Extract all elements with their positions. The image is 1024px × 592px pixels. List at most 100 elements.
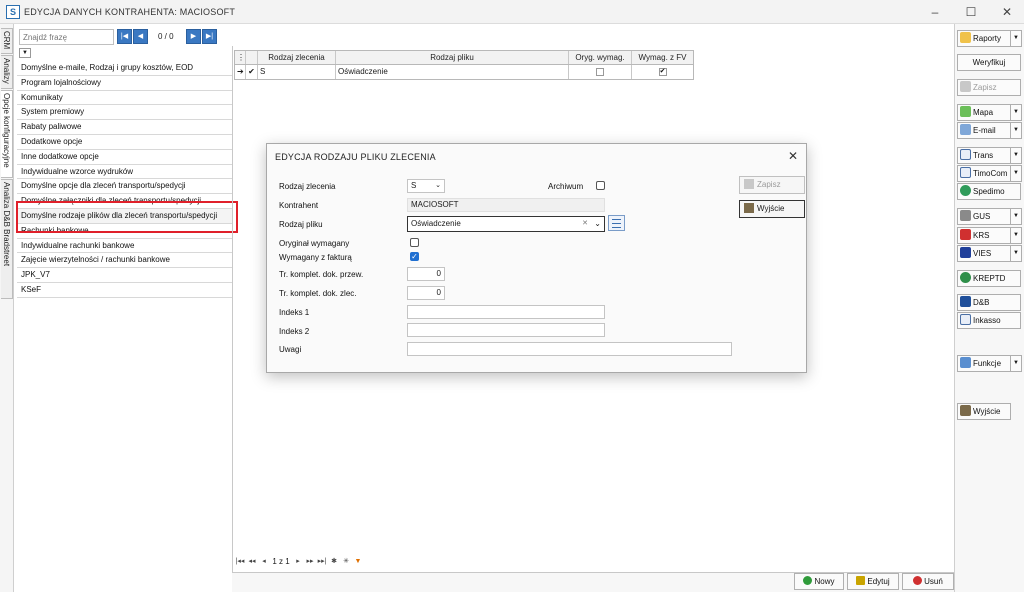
- prev-record-icon[interactable]: ◂: [258, 555, 270, 569]
- grid-cell[interactable]: ✔: [632, 65, 693, 79]
- list-item[interactable]: Rabaty paliwowe: [17, 120, 232, 135]
- first-result-icon[interactable]: |◀: [117, 29, 132, 44]
- grid-header-cell[interactable]: Oryg. wymag.: [569, 51, 632, 64]
- list-item[interactable]: Inne dodatkowe opcje: [17, 149, 232, 165]
- asterisk-icon[interactable]: ✳: [340, 555, 352, 569]
- grid-header-cell[interactable]: Wymag. z FV: [632, 51, 693, 64]
- list-item[interactable]: Dodatkowe opcje: [17, 134, 232, 150]
- close-icon[interactable]: ✕: [999, 4, 1015, 20]
- list-item[interactable]: Komunikaty: [17, 90, 232, 106]
- raporty-button[interactable]: Raporty: [957, 30, 1011, 47]
- chevron-down-icon[interactable]: ⌄: [435, 180, 441, 192]
- edit-icon: [856, 576, 866, 585]
- rodzaj-zlecenia-select[interactable]: S ⌄: [407, 179, 445, 193]
- tr-zlec-field[interactable]: 0: [407, 286, 445, 300]
- panel-divider: [232, 46, 233, 592]
- inkasso-button[interactable]: Inkasso: [957, 312, 1021, 329]
- list-item[interactable]: Indywidualne rachunki bankowe: [17, 238, 232, 254]
- spedimo-icon: [960, 185, 971, 196]
- next-page-icon[interactable]: ▸▸: [304, 555, 316, 569]
- timocom-button[interactable]: TimoCom: [957, 165, 1011, 182]
- list-item[interactable]: Domyślne opcje dla zleceń transportu/spe…: [17, 179, 232, 195]
- email-button[interactable]: E-mail: [957, 122, 1011, 139]
- list-item[interactable]: Indywidualne wzorce wydruków: [17, 164, 232, 180]
- dialog-save-button[interactable]: Zapisz: [739, 176, 805, 194]
- minimize-icon[interactable]: –: [927, 4, 943, 20]
- search-input[interactable]: [19, 29, 114, 45]
- trans-button[interactable]: Trans: [957, 147, 1011, 164]
- list-item[interactable]: KSeF: [17, 282, 232, 298]
- mapa-button[interactable]: Mapa: [957, 104, 1011, 121]
- fv-checkbox[interactable]: ✔: [658, 67, 667, 76]
- zapisz-button[interactable]: Zapisz: [957, 79, 1021, 96]
- kreptd-button[interactable]: KREPTD: [957, 270, 1021, 287]
- browse-list-icon[interactable]: [608, 215, 625, 231]
- chevron-down-icon[interactable]: ▼: [1011, 245, 1022, 262]
- list-item[interactable]: System premiowy: [17, 105, 232, 121]
- db-button[interactable]: D&B: [957, 294, 1021, 311]
- tab-opcje-konfiguracyjne[interactable]: Opcje konfiguracyjne: [1, 90, 13, 178]
- prev-page-icon[interactable]: ◂◂: [246, 555, 258, 569]
- list-item[interactable]: Domyślne załączniki dla zleceń transport…: [17, 194, 232, 209]
- last-result-icon[interactable]: ▶|: [202, 29, 217, 44]
- last-record-icon[interactable]: ▸▸|: [316, 555, 328, 569]
- oryginal-checkbox[interactable]: [410, 238, 419, 247]
- next-result-icon[interactable]: ▶: [186, 29, 201, 44]
- grid-cell[interactable]: [569, 65, 632, 79]
- tr-zlec-label: Tr. komplet. dok. zlec.: [279, 289, 357, 298]
- tab-crm[interactable]: CRM: [1, 28, 13, 54]
- chevron-down-icon[interactable]: ▼: [1011, 147, 1022, 164]
- chevron-down-icon[interactable]: ▼: [1011, 104, 1022, 121]
- table-row[interactable]: ➔ ✔ S Oświadczenie ✔: [235, 65, 693, 79]
- tab-analiza-db[interactable]: Analiza D&B Bradstreet: [1, 179, 13, 299]
- timocom-icon: [960, 167, 971, 178]
- chevron-down-icon[interactable]: ▼: [1011, 227, 1022, 244]
- list-item[interactable]: Program lojalnościowy: [17, 75, 232, 91]
- chevron-down-icon[interactable]: ▼: [1011, 122, 1022, 139]
- rodzaj-pliku-select[interactable]: Oświadczenie ✕ ⌄: [407, 216, 605, 232]
- grid-header-cell[interactable]: Rodzaj zlecenia: [258, 51, 336, 64]
- chevron-down-icon[interactable]: ▼: [1011, 30, 1022, 47]
- tab-analizy[interactable]: Analizy: [1, 55, 13, 89]
- indeks2-field[interactable]: [407, 323, 605, 337]
- oryg-checkbox[interactable]: [596, 67, 604, 76]
- column-menu-icon[interactable]: ⋮: [235, 51, 246, 64]
- list-item[interactable]: Zajęcie wierzytelności / rachunki bankow…: [17, 253, 232, 269]
- funkcje-button[interactable]: Funkcje: [957, 355, 1011, 372]
- chevron-down-icon[interactable]: ▼: [1011, 355, 1022, 372]
- spedimo-button[interactable]: Spedimo: [957, 183, 1021, 200]
- grid-header-cell[interactable]: Rodzaj pliku: [336, 51, 569, 64]
- uwagi-field[interactable]: [407, 342, 732, 356]
- chevron-down-icon[interactable]: ▼: [1011, 165, 1022, 182]
- gus-button[interactable]: GUS: [957, 208, 1011, 225]
- star-icon[interactable]: ✱: [328, 555, 340, 569]
- faktura-checkbox[interactable]: ✓: [410, 252, 419, 261]
- vies-button[interactable]: VIES: [957, 245, 1011, 262]
- chevron-down-icon[interactable]: ▼: [19, 48, 31, 58]
- clear-icon[interactable]: ✕: [582, 217, 588, 231]
- list-item-selected[interactable]: Domyślne rodzaje plików dla zleceń trans…: [17, 208, 232, 224]
- new-button[interactable]: Nowy: [794, 573, 844, 590]
- archiwum-checkbox[interactable]: [596, 181, 605, 190]
- list-item[interactable]: Domyślne e-maile, Rodzaj i grupy kosztów…: [17, 61, 232, 76]
- prev-result-icon[interactable]: ◀: [133, 29, 148, 44]
- delete-button[interactable]: Usuń: [902, 573, 954, 590]
- chevron-down-icon[interactable]: ▼: [1011, 208, 1022, 225]
- grid-cell[interactable]: Oświadczenie: [336, 65, 569, 79]
- first-record-icon[interactable]: |◂◂: [234, 555, 246, 569]
- dialog-exit-button[interactable]: Wyjście: [739, 200, 805, 218]
- grid-cell[interactable]: S: [258, 65, 336, 79]
- maximize-icon[interactable]: ☐: [963, 4, 979, 20]
- edit-button[interactable]: Edytuj: [847, 573, 899, 590]
- close-icon[interactable]: ✕: [786, 149, 800, 163]
- list-item[interactable]: JPK_V7: [17, 268, 232, 283]
- list-item[interactable]: Rachunki bankowe: [17, 223, 232, 239]
- next-record-icon[interactable]: ▸: [292, 555, 304, 569]
- weryfikuj-button[interactable]: Weryfikuj: [957, 54, 1021, 71]
- tr-przew-field[interactable]: 0: [407, 267, 445, 281]
- wyjscie-button[interactable]: Wyjście: [957, 403, 1011, 420]
- indeks1-field[interactable]: [407, 305, 605, 319]
- chevron-down-icon[interactable]: ⌄: [594, 217, 601, 231]
- filter-icon[interactable]: ▼: [352, 555, 364, 569]
- krs-button[interactable]: KRS: [957, 227, 1011, 244]
